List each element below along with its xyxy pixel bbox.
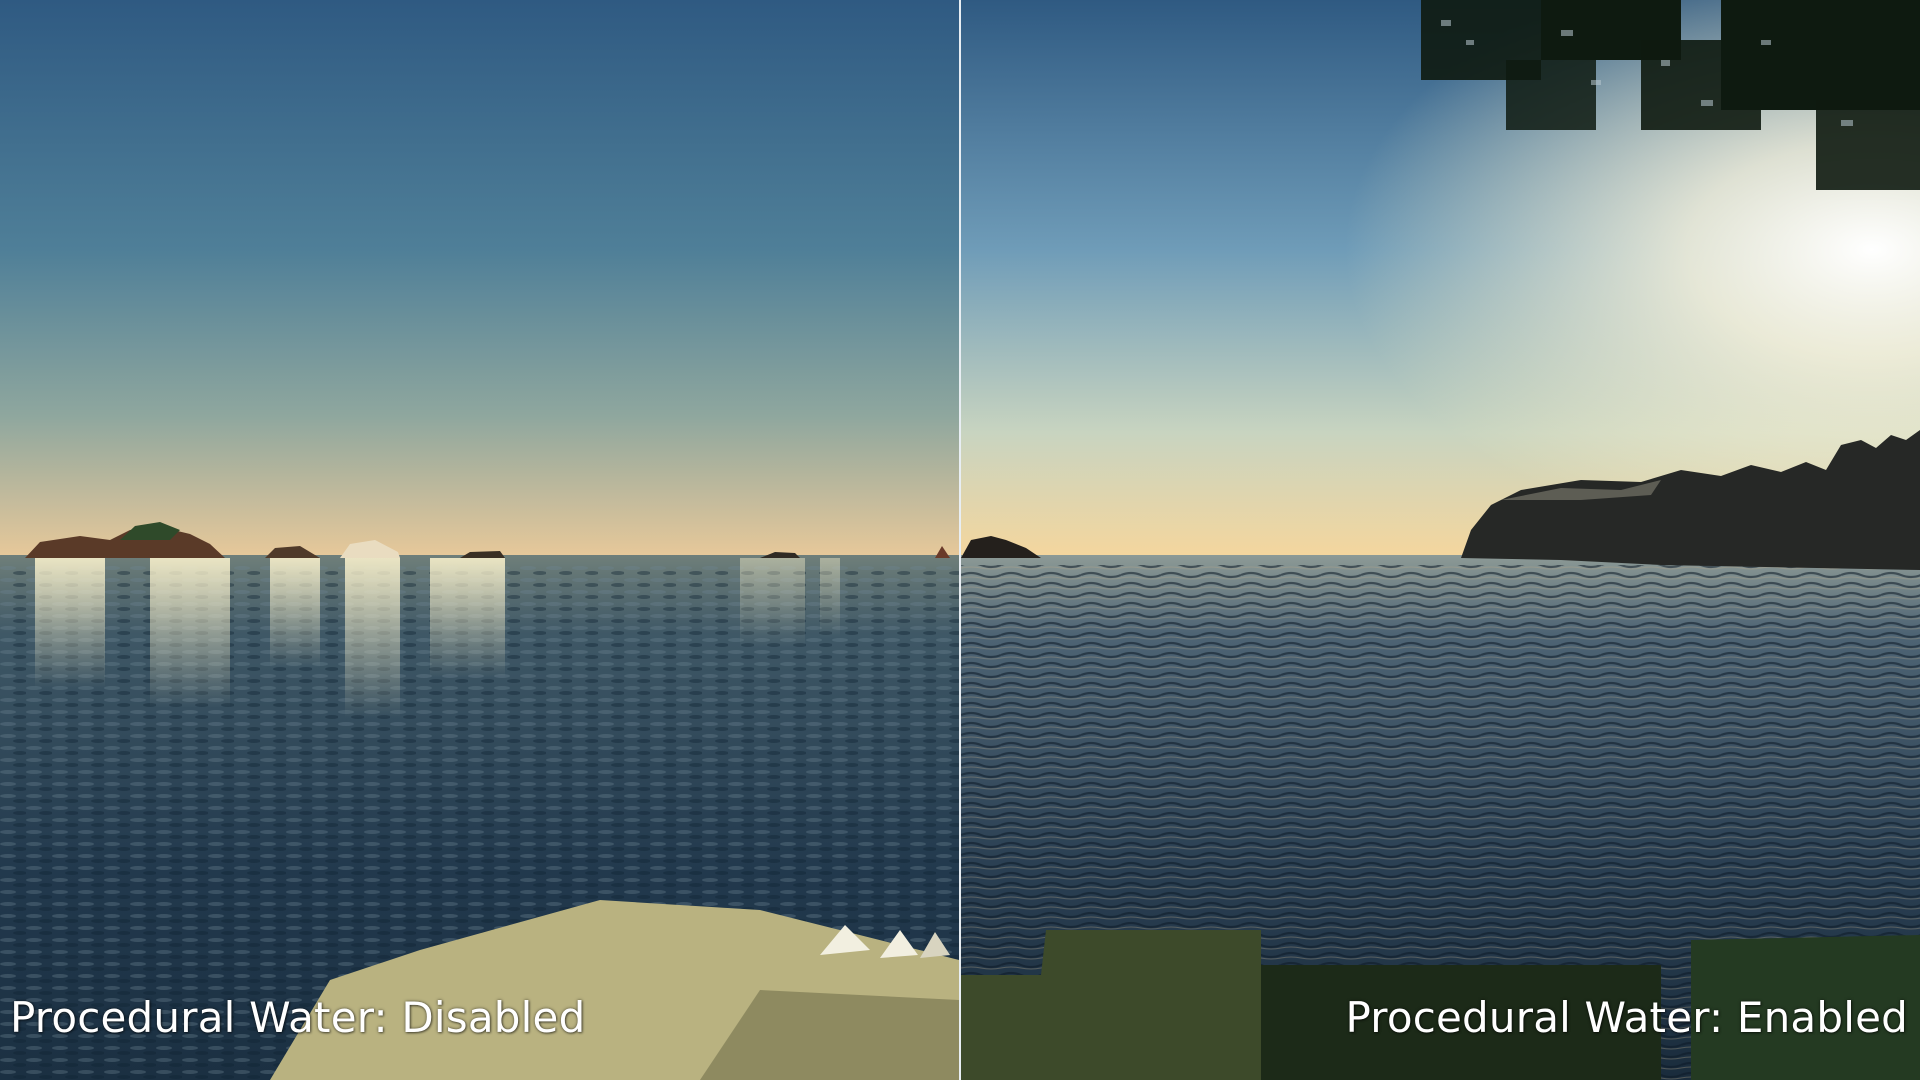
right-scene <box>961 0 1920 1080</box>
comparison-screenshot: Procedural Water: Disabled Procedural Wa… <box>0 0 1920 1080</box>
left-scene <box>0 0 959 1080</box>
right-pane-water-enabled: Procedural Water: Enabled <box>961 0 1920 1080</box>
left-caption: Procedural Water: Disabled <box>10 993 586 1042</box>
right-caption: Procedural Water: Enabled <box>1345 993 1908 1042</box>
left-pane-water-disabled: Procedural Water: Disabled <box>0 0 959 1080</box>
